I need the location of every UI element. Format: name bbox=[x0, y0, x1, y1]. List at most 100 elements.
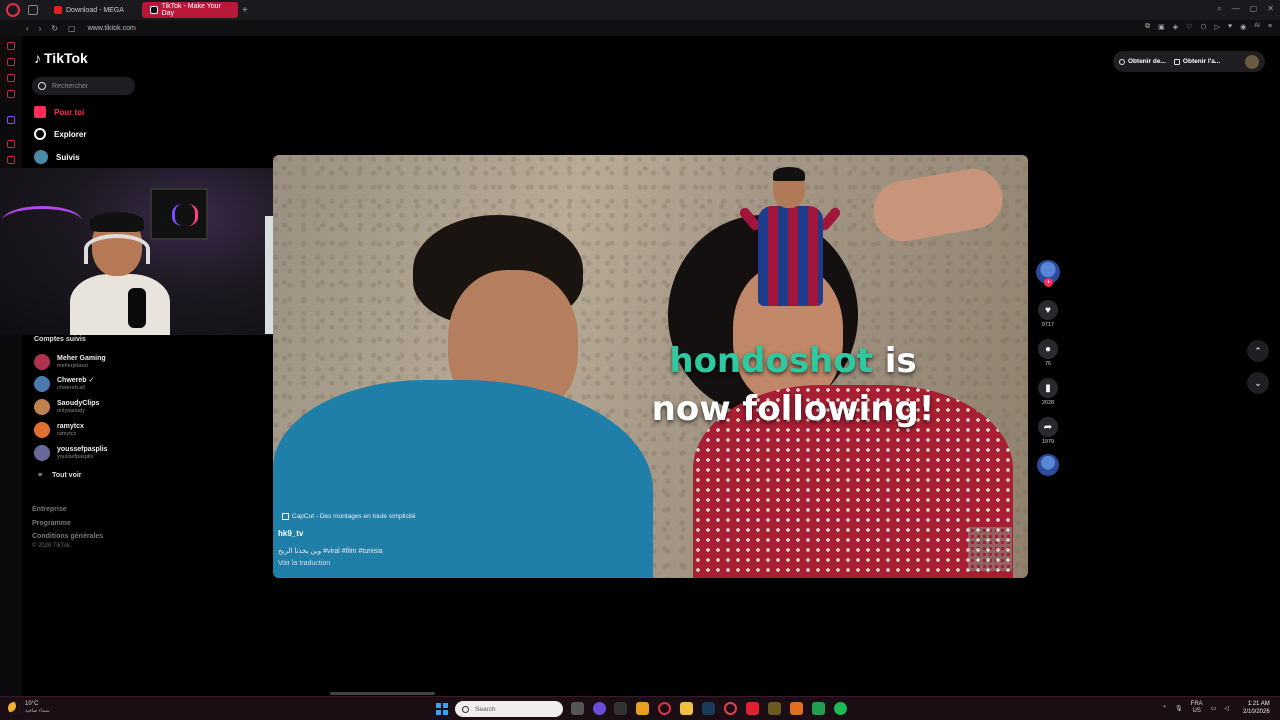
file-explorer-icon[interactable] bbox=[680, 702, 693, 715]
messenger-icon[interactable] bbox=[7, 74, 15, 82]
video-player[interactable]: hondoshot is now following! CapCut - Des… bbox=[273, 155, 1028, 578]
search-box[interactable] bbox=[32, 77, 135, 95]
followed-account[interactable]: Meher Gaming meherjelassi bbox=[34, 354, 106, 370]
followed-account[interactable]: SaoudyClips onlysaoudy bbox=[34, 399, 99, 415]
search-icon bbox=[38, 82, 46, 90]
follow-plus-icon[interactable]: + bbox=[1044, 278, 1053, 287]
chevron-up-icon[interactable]: ⌃ bbox=[1162, 705, 1167, 712]
browser-tab-bar: Download - MEGA TikTok - Make Your Day +… bbox=[0, 0, 1280, 20]
save-button[interactable]: ▮ 2028 bbox=[1036, 378, 1060, 406]
video-author[interactable]: hk9_tv bbox=[278, 529, 303, 538]
excel-icon[interactable] bbox=[812, 702, 825, 715]
back-button[interactable]: ‹ bbox=[26, 24, 29, 33]
share-button[interactable]: ➦ 1979 bbox=[1036, 417, 1060, 445]
nav-for-you[interactable]: Pour toi bbox=[34, 106, 84, 118]
search-tabs-icon[interactable]: ⌕ bbox=[1217, 4, 1221, 14]
see-translation-link[interactable]: Voir la traduction bbox=[278, 560, 330, 567]
tab-tiktok[interactable]: TikTok - Make Your Day bbox=[142, 2, 238, 18]
maximize-button[interactable]: ▢ bbox=[1250, 4, 1258, 14]
forward-button[interactable]: › bbox=[39, 24, 42, 33]
sidebar-icon-2[interactable] bbox=[7, 58, 15, 66]
sidebar-icon-6[interactable] bbox=[7, 140, 15, 148]
tab-mega[interactable]: Download - MEGA bbox=[46, 2, 142, 18]
new-tab-button[interactable]: + bbox=[242, 5, 248, 16]
profile-avatar[interactable] bbox=[1245, 54, 1259, 69]
nav-explore[interactable]: Explorer bbox=[34, 128, 86, 140]
history-icon[interactable] bbox=[7, 156, 15, 164]
opera-icon[interactable] bbox=[658, 702, 671, 715]
nav-following[interactable]: Suivis bbox=[34, 150, 80, 164]
see-all-button[interactable]: ≡ Tout voir bbox=[38, 472, 82, 479]
sidebar-icon-1[interactable] bbox=[7, 42, 15, 50]
like-button[interactable]: ♥ 9717 bbox=[1036, 300, 1060, 328]
verified-icon: ✓ bbox=[88, 376, 95, 384]
shield-icon[interactable]: ◈ bbox=[1173, 23, 1178, 31]
footer-link[interactable]: Conditions générales bbox=[32, 530, 103, 544]
extensions-icon[interactable]: ⬡ bbox=[1200, 23, 1206, 31]
previous-video-button[interactable]: ⌃ bbox=[1247, 340, 1269, 362]
app-icon[interactable] bbox=[768, 702, 781, 715]
task-view-icon[interactable] bbox=[571, 702, 584, 715]
footer-link[interactable]: Entreprise bbox=[32, 503, 103, 517]
followed-account[interactable]: Chwereb ✓ chwereb.all bbox=[34, 376, 94, 392]
volume-icon[interactable]: ◁ bbox=[1224, 705, 1229, 712]
opera-logo-icon[interactable] bbox=[6, 3, 20, 17]
snapshot-icon[interactable]: ▣ bbox=[1158, 23, 1165, 31]
start-button[interactable] bbox=[436, 703, 448, 715]
weather-widget[interactable]: 10°C سماء صافية bbox=[8, 701, 50, 715]
app-icon[interactable] bbox=[724, 702, 737, 715]
app-icon[interactable] bbox=[636, 702, 649, 715]
lock-icon[interactable]: ▢ bbox=[68, 24, 76, 33]
mic-icon[interactable]: 🎙 bbox=[1175, 705, 1183, 712]
follow-alert: hondoshot is now following! bbox=[651, 341, 935, 429]
webcam-overlay bbox=[0, 168, 273, 335]
close-button[interactable]: ✕ bbox=[1267, 4, 1274, 14]
network-icon[interactable]: ▭ bbox=[1211, 705, 1217, 712]
footer-link[interactable]: Programme bbox=[32, 517, 103, 531]
spotify-icon[interactable] bbox=[834, 702, 847, 715]
avatar bbox=[34, 354, 50, 370]
creator-avatar[interactable]: + bbox=[1036, 260, 1060, 287]
sidebar-icon-4[interactable] bbox=[7, 90, 15, 98]
translate-icon[interactable]: ⧉ bbox=[1145, 23, 1150, 31]
followed-account[interactable]: ramytcx ramytcx bbox=[34, 422, 84, 438]
moon-icon bbox=[8, 702, 20, 714]
capcut-tag[interactable]: CapCut - Des montages en toute simplicit… bbox=[282, 513, 416, 520]
discord-icon[interactable] bbox=[593, 702, 606, 715]
taskbar-search[interactable]: Search bbox=[455, 701, 563, 717]
tab-label: TikTok - Make Your Day bbox=[161, 3, 221, 17]
url-field[interactable]: www.tiktok.com bbox=[88, 25, 136, 32]
twitch-icon[interactable] bbox=[7, 116, 15, 124]
bookmark-icon: ▮ bbox=[1038, 378, 1058, 398]
followed-account[interactable]: youssefpasplis youssefpasplis bbox=[34, 445, 108, 461]
minimize-button[interactable]: — bbox=[1232, 4, 1240, 14]
app-icon[interactable] bbox=[746, 702, 759, 715]
clock[interactable]: 1:21 AM 2/10/2026 bbox=[1243, 700, 1270, 716]
search-input[interactable] bbox=[52, 82, 132, 90]
play-icon[interactable]: ▷ bbox=[1215, 23, 1220, 31]
home-icon bbox=[34, 106, 46, 118]
tiktok-logo[interactable]: ♪ TikTok bbox=[34, 50, 88, 66]
get-coins-button[interactable]: Obtenir de... bbox=[1119, 58, 1166, 65]
app-icon[interactable] bbox=[790, 702, 803, 715]
chevron-down-icon: ⌄ bbox=[1254, 377, 1262, 388]
tiktok-note-icon: ♪ bbox=[34, 50, 41, 66]
next-video-button[interactable]: ⌄ bbox=[1247, 372, 1269, 394]
app-icon[interactable] bbox=[614, 702, 627, 715]
bookmark-icon[interactable]: ♡ bbox=[1186, 23, 1192, 31]
horizontal-scrollbar[interactable] bbox=[330, 692, 435, 695]
sound-disc[interactable] bbox=[1036, 454, 1060, 476]
get-app-button[interactable]: Obtenir l'a... bbox=[1173, 58, 1220, 65]
heart-icon[interactable]: ♥ bbox=[1228, 23, 1232, 31]
reload-button[interactable]: ↻ bbox=[51, 24, 58, 33]
tab-islands-icon[interactable] bbox=[28, 5, 38, 15]
menu-icon[interactable]: ≡ bbox=[1268, 23, 1272, 31]
account-icon[interactable]: ◉ bbox=[1240, 23, 1246, 31]
comment-button[interactable]: ● 76 bbox=[1036, 339, 1060, 367]
mega-favicon-icon bbox=[54, 6, 62, 14]
steam-icon[interactable] bbox=[702, 702, 715, 715]
ai-button[interactable]: AI bbox=[1254, 23, 1260, 31]
capcut-icon bbox=[282, 513, 289, 520]
language-indicator[interactable]: FRA US bbox=[1191, 701, 1203, 715]
compass-icon bbox=[34, 128, 46, 140]
